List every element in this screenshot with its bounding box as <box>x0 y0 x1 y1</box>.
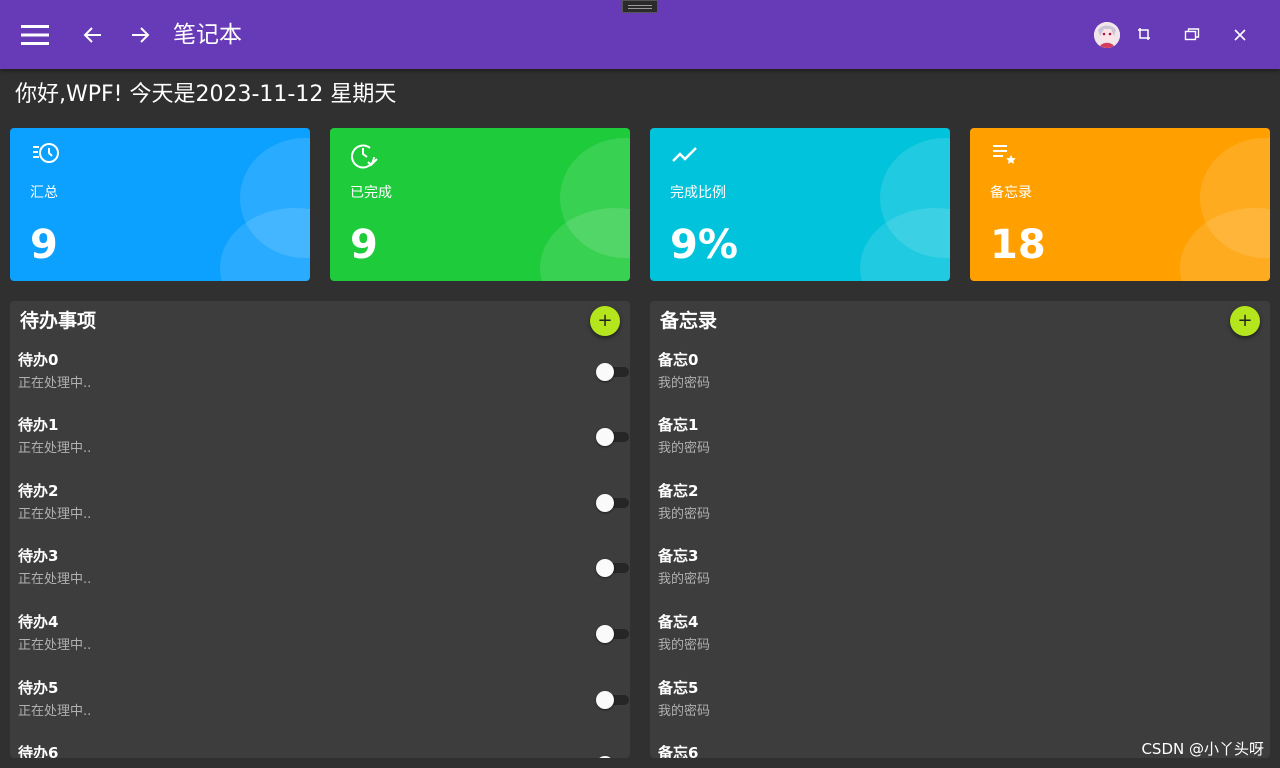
memo-item-title: 备忘0 <box>658 351 699 369</box>
title-bar: 笔记本 <box>0 0 1280 69</box>
memo-item[interactable]: 备忘5 我的密码 <box>658 678 1258 738</box>
decor-circle <box>860 208 950 281</box>
memo-item[interactable]: 备忘2 我的密码 <box>658 481 1258 541</box>
todo-item-desc: 正在处理中.. <box>18 376 92 391</box>
todo-status-toggle[interactable] <box>596 362 630 382</box>
todo-panel: 待办事项 + 待办0 正在处理中.. 待办1 正在处理中.. 待办2 正在处理中… <box>10 301 630 758</box>
todo-status-toggle[interactable] <box>596 493 630 513</box>
clock-history-icon <box>30 140 62 172</box>
forward-arrow-icon[interactable] <box>122 17 158 53</box>
todo-status-toggle[interactable] <box>596 624 630 644</box>
todo-item-desc: 正在处理中.. <box>18 704 92 719</box>
decor-circle <box>540 208 630 281</box>
watermark-text: CSDN @小丫头呀 <box>1141 740 1264 758</box>
todo-item-title: 待办0 <box>18 351 59 369</box>
todo-item[interactable]: 待办3 正在处理中.. <box>18 546 629 606</box>
user-avatar[interactable] <box>1094 22 1120 48</box>
stat-value: 9 <box>30 222 58 268</box>
todo-item[interactable]: 待办0 正在处理中.. <box>18 350 629 410</box>
menu-icon[interactable] <box>17 17 53 53</box>
stat-card-ratio[interactable]: 完成比例 9% <box>650 128 950 281</box>
decor-circle <box>220 208 310 281</box>
memo-item-title: 备忘2 <box>658 482 699 500</box>
stat-card-total[interactable]: 汇总 9 <box>10 128 310 281</box>
todo-item-title: 待办4 <box>18 613 59 631</box>
greeting-text: 你好,WPF! 今天是2023-11-12 星期天 <box>15 82 397 107</box>
stat-label: 备忘录 <box>990 185 1032 201</box>
stat-value: 9 <box>350 222 378 268</box>
stat-card-completed[interactable]: 已完成 9 <box>330 128 630 281</box>
resize-icon[interactable] <box>1127 17 1163 53</box>
memo-item-desc: 我的密码 <box>658 441 711 456</box>
stat-value: 18 <box>990 222 1046 268</box>
window-drag-handle[interactable] <box>622 0 658 13</box>
stat-label: 完成比例 <box>670 185 726 201</box>
todo-status-toggle[interactable] <box>596 427 630 447</box>
list-star-icon <box>990 140 1022 172</box>
stat-label: 已完成 <box>350 185 392 201</box>
stat-card-memo[interactable]: 备忘录 18 <box>970 128 1270 281</box>
todo-status-toggle[interactable] <box>596 558 630 578</box>
add-memo-button[interactable]: + <box>1230 306 1260 336</box>
stat-value: 9% <box>670 222 738 268</box>
memo-item-title: 备忘3 <box>658 547 699 565</box>
memo-item-desc: 我的密码 <box>658 704 711 719</box>
todo-item-title: 待办2 <box>18 482 59 500</box>
memo-panel: 备忘录 + 备忘0 我的密码 备忘1 我的密码 备忘2 我的密码 备忘3 我的密… <box>650 301 1270 758</box>
memo-item-desc: 我的密码 <box>658 376 711 391</box>
trend-line-icon <box>670 140 702 172</box>
memo-item[interactable]: 备忘3 我的密码 <box>658 546 1258 606</box>
todo-item[interactable]: 待办4 正在处理中.. <box>18 612 629 672</box>
memo-item[interactable]: 备忘0 我的密码 <box>658 350 1258 410</box>
todo-item[interactable]: 待办6 <box>18 743 618 758</box>
todo-status-toggle[interactable] <box>596 755 630 758</box>
memo-item-desc: 我的密码 <box>658 572 711 587</box>
app-title: 笔记本 <box>173 22 242 48</box>
todo-item-desc: 正在处理中.. <box>18 441 92 456</box>
memo-item-title: 备忘5 <box>658 679 699 697</box>
memo-item[interactable]: 备忘1 我的密码 <box>658 415 1258 475</box>
todo-item-desc: 正在处理中.. <box>18 638 92 653</box>
back-arrow-icon[interactable] <box>75 17 111 53</box>
todo-item-desc: 正在处理中.. <box>18 507 92 522</box>
todo-item-desc: 正在处理中.. <box>18 572 92 587</box>
add-todo-button[interactable]: + <box>590 306 620 336</box>
memo-item-desc: 我的密码 <box>658 638 711 653</box>
close-icon[interactable] <box>1222 17 1258 53</box>
todo-item-title: 待办6 <box>18 744 59 758</box>
memo-item-title: 备忘4 <box>658 613 699 631</box>
todo-status-toggle[interactable] <box>596 690 630 710</box>
memo-item[interactable]: 备忘4 我的密码 <box>658 612 1258 672</box>
todo-item[interactable]: 待办5 正在处理中.. <box>18 678 629 738</box>
clock-check-icon <box>350 140 382 172</box>
todo-item-title: 待办1 <box>18 416 59 434</box>
restore-icon[interactable] <box>1174 17 1210 53</box>
todo-panel-title: 待办事项 <box>20 310 97 332</box>
stat-label: 汇总 <box>30 185 58 201</box>
todo-item-title: 待办3 <box>18 547 59 565</box>
todo-item-title: 待办5 <box>18 679 59 697</box>
todo-item[interactable]: 待办1 正在处理中.. <box>18 415 629 475</box>
todo-item[interactable]: 待办2 正在处理中.. <box>18 481 629 541</box>
memo-panel-title: 备忘录 <box>660 310 718 332</box>
decor-circle <box>1180 208 1270 281</box>
memo-item-title: 备忘6 <box>658 744 699 758</box>
memo-item-title: 备忘1 <box>658 416 699 434</box>
memo-item-desc: 我的密码 <box>658 507 711 522</box>
